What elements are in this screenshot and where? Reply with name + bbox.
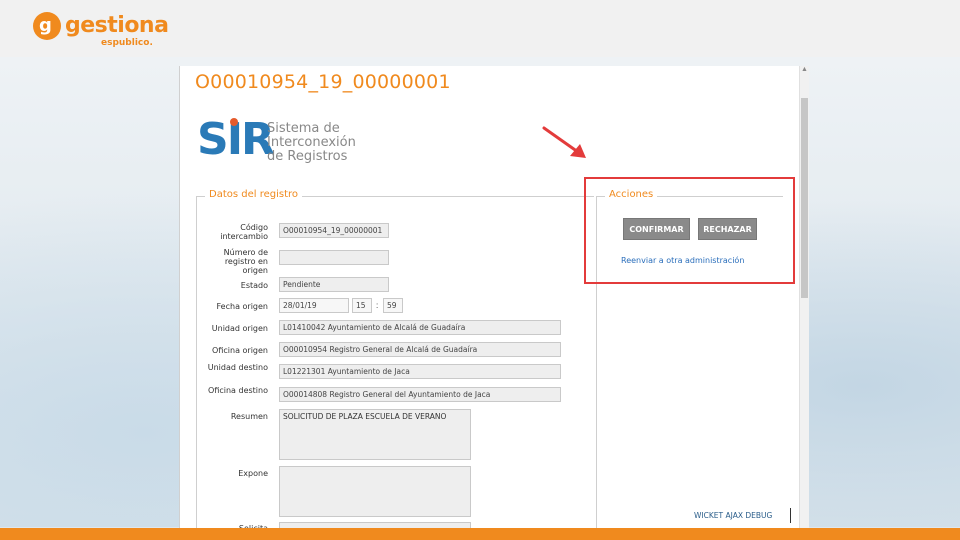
- acciones-highlight-box: [584, 177, 795, 284]
- datos-legend: Datos del registro: [205, 189, 303, 200]
- record-title: O00010954_19_00000001: [195, 71, 451, 93]
- sir-dot-icon: [230, 118, 238, 126]
- debug-divider: [790, 508, 791, 523]
- numero-field: [279, 250, 389, 265]
- unidad-destino-field: L01221301 Ayuntamiento de Jaca: [279, 364, 561, 379]
- top-header: g gestiona espublico.: [0, 0, 960, 57]
- scroll-thumb[interactable]: [801, 98, 808, 298]
- codigo-label: Código intercambio: [220, 223, 268, 241]
- time-separator: :: [376, 301, 379, 310]
- expone-field[interactable]: [279, 466, 471, 517]
- logo-subtitle: espublico.: [101, 38, 153, 48]
- expone-label: Expone: [238, 469, 268, 478]
- sir-text: Sistema de Interconexión de Registros: [267, 121, 356, 164]
- fecha-input[interactable]: 28/01/19: [279, 298, 349, 313]
- datos-registro-section: Datos del registro Código intercambio O0…: [196, 189, 594, 537]
- pointer-arrow-icon: [542, 126, 586, 158]
- gestiona-logo-icon: g: [33, 12, 61, 40]
- unidad-origen-field: L01410042 Ayuntamiento de Alcalá de Guad…: [279, 320, 561, 335]
- hour-input[interactable]: 15: [352, 298, 372, 313]
- oficina-origen-field: O00010954 Registro General de Alcalá de …: [279, 342, 561, 357]
- numero-label: Número de registro en origen: [223, 248, 268, 275]
- unidad-destino-label: Unidad destino: [207, 363, 268, 372]
- unidad-origen-label: Unidad origen: [211, 324, 268, 333]
- sir-logo: SIR Sistema de Interconexión de Registro…: [197, 116, 377, 168]
- bottom-accent-bar: [0, 528, 960, 540]
- wicket-debug-link[interactable]: WICKET AJAX DEBUG: [694, 511, 772, 520]
- oficina-destino-field: O00014808 Registro General del Ayuntamie…: [279, 387, 561, 402]
- resumen-field[interactable]: SOLICITUD DE PLAZA ESCUELA DE VERANO: [279, 409, 471, 460]
- minute-input[interactable]: 59: [383, 298, 403, 313]
- record-window: O00010954_19_00000001 SIR Sistema de Int…: [179, 66, 809, 537]
- oficina-origen-label: Oficina origen: [212, 346, 268, 355]
- vertical-scrollbar[interactable]: ▲: [799, 66, 809, 528]
- codigo-field: O00010954_19_00000001: [279, 223, 389, 238]
- resumen-label: Resumen: [230, 412, 268, 421]
- logo-name: gestiona: [65, 13, 169, 38]
- estado-field: Pendiente: [279, 277, 389, 292]
- oficina-destino-label: Oficina destino: [208, 386, 268, 395]
- fecha-label: Fecha origen: [216, 302, 268, 311]
- estado-label: Estado: [240, 281, 268, 290]
- scroll-up-icon[interactable]: ▲: [801, 66, 808, 74]
